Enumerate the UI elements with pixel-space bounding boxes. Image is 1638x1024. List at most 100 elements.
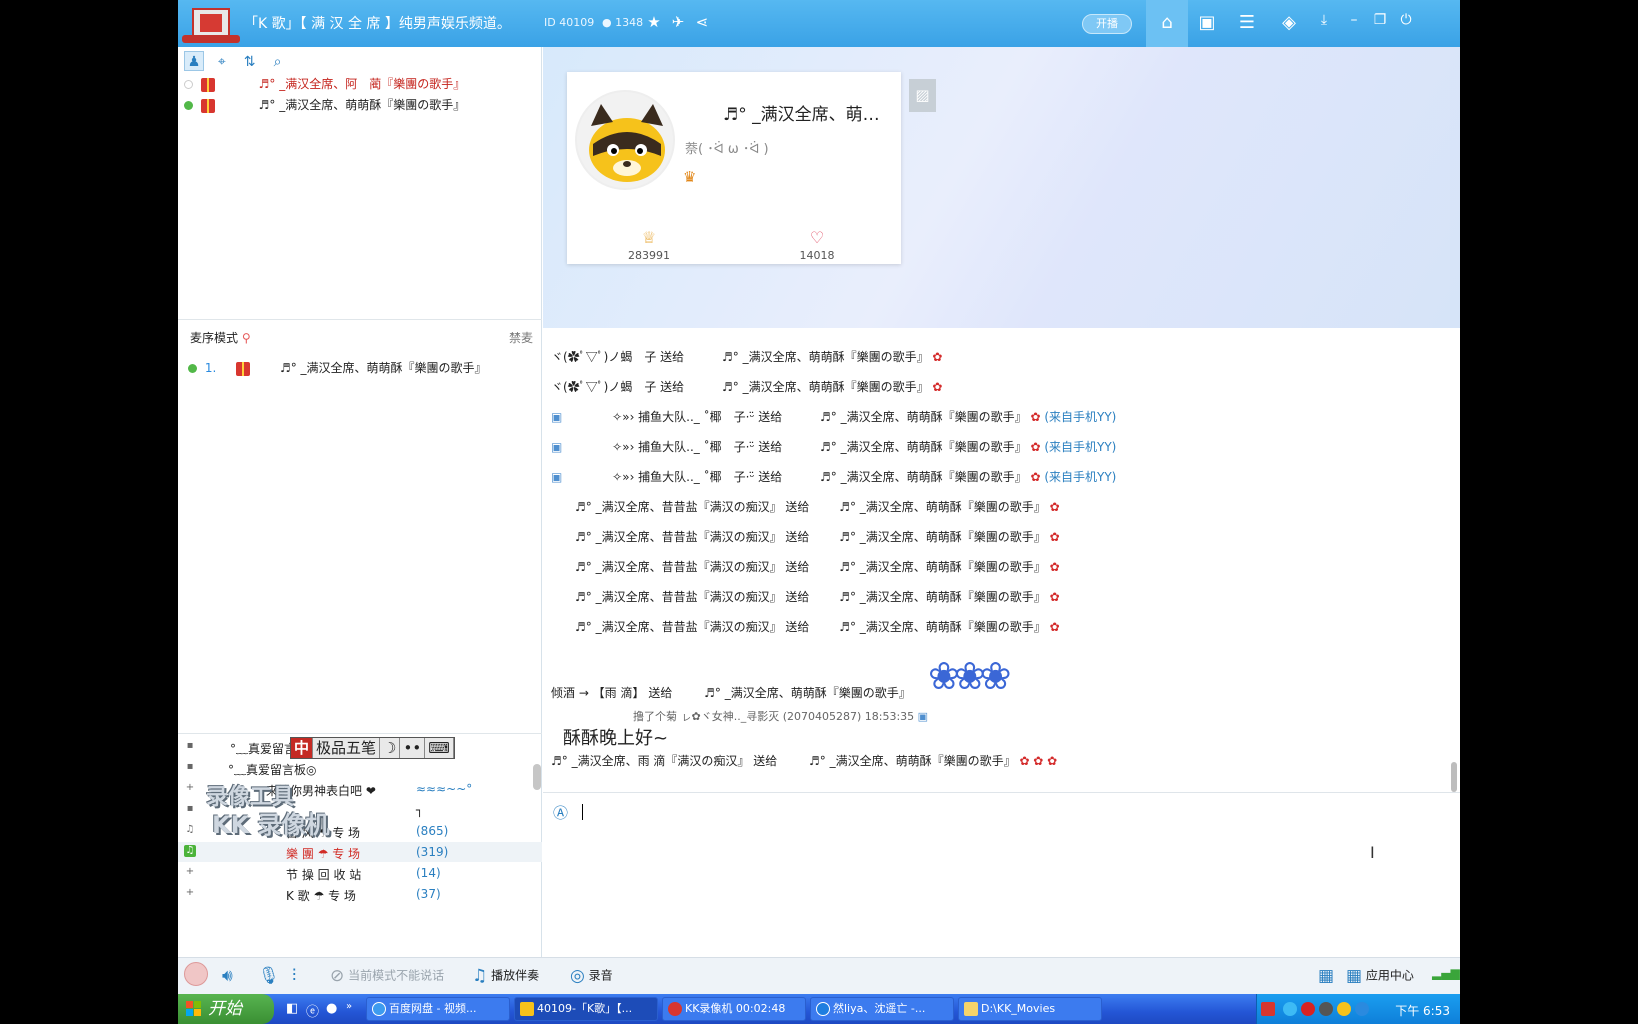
profile-card-icon[interactable]: ▣ [1194,10,1220,36]
equalizer-icon[interactable]: ⫶ [292,966,296,986]
music-note-icon: ♫ [472,966,488,986]
download-icon[interactable]: ⤓ [1314,12,1334,28]
gift-message: ♬° _满汉全席、雨 滴『满汉の痴汉』 送给 ♬° _满汉全席、萌萌酥『樂團の歌… [551,752,1057,774]
qq-icon[interactable]: ● [326,1001,337,1016]
mute-mic-button[interactable]: 禁麦 [509,329,533,346]
mic-queue-item[interactable]: 1. ♬° _满汉全席、萌萌酥『樂團の歌手』 [188,359,487,376]
user-list-icon[interactable]: ♟ [184,51,204,71]
my-avatar[interactable] [184,962,208,989]
sort-icon[interactable]: ⇅ [240,52,260,72]
speaker-icon[interactable]: 🔊︎ [222,966,233,986]
home-icon: ⌂ [1161,12,1173,33]
chat-input-area[interactable]: Ⓐ ✿ ↵ ✉ [543,794,1460,957]
expand-plus-icon[interactable]: + [184,782,196,794]
app-center-button[interactable]: ▦ 应用中心 [1346,966,1414,986]
clock: 下午 6:53 [1395,1004,1450,1018]
crown-badge-icon: ♛ [683,168,697,186]
profile-card[interactable]: ♬° _满汉全席、萌… 萘( ･ᐛ ω ･ᐛ ) ♛ ♕ 283991 ♡ 14… [567,72,901,264]
ibeam-cursor: I [1370,843,1375,862]
more-chevron-icon[interactable]: » [346,1001,352,1012]
tray-back-icon[interactable] [1283,1002,1297,1016]
subchannel-item[interactable]: + K 歌 ☂ 专 场 (37) [178,884,542,904]
taskbar-item-kugou[interactable]: 然liya、沈遥亡 -... [810,997,954,1021]
subchannel-item[interactable]: ▪ °﹏真爱留言板◎ [178,758,542,778]
expand-plus-icon[interactable]: + [184,887,196,899]
location-pin-icon[interactable]: ⌖ [212,52,232,72]
close-button[interactable]: ⏻ [1396,12,1416,28]
app-center-label: 应用中心 [1365,968,1414,983]
tray-close-icon[interactable] [1319,1002,1333,1016]
ie-icon[interactable]: ⓔ [306,1001,319,1020]
bottom-toolbar: 🔊︎ 🎙︎ ⫶ ⊘ 当前模式不能说话 ♫ 播放伴奏 ◎ 录音 ▦ ▦ 应用中心 … [178,957,1460,994]
sender-info-text: 撸了个菊 ㇾ✿ヾ女神.._寻影灭 (2070405287) 18:53:35 [633,710,915,723]
ime-language[interactable]: 中 [291,738,314,758]
divider [178,319,542,320]
gift-message: ♬° _满汉全席、昔昔盐『满汉の痴汉』 送给 ♬° _满汉全席、萌萌酥『樂團の歌… [575,558,1060,580]
lock-icon: ▪ [186,740,194,751]
online-status-dot [184,101,193,110]
tray-network-icon[interactable] [1355,1002,1369,1016]
task-label: KK录像机 00:02:48 [685,1002,786,1015]
quicklaunch-icon[interactable]: ◧ [286,1001,298,1016]
ime-toolbar[interactable]: 中极品五笔 ☽ •• ⌨ [290,737,455,759]
taskbar-item-folder[interactable]: D:\KK_Movies [958,997,1102,1021]
mobile-icon: ▣ [917,710,929,723]
user-list-item[interactable]: ♬° _满汉全席、阿 蔺『樂團の歌手』 [184,75,465,95]
windows-taskbar: 开始 ◧ ⓔ ● » 百度网盘 - 视频... 40109-「K歌」【... K… [178,994,1460,1024]
microphone-icon[interactable]: 🎙︎ [258,966,280,986]
flower-stat[interactable]: ♕ 283991 [619,228,679,262]
mic-mode-selector[interactable]: 麦序模式 ⚲ [190,329,251,346]
user-name: ♬° _满汉全席、萌萌酥『樂團の歌手』 [258,98,466,112]
subchannel-item-selected[interactable]: ♫ 樂 團 ☂ 专 场 (319) [178,842,542,862]
tray-yy-icon[interactable] [1337,1002,1351,1016]
taskbar-item-baidu[interactable]: 百度网盘 - 视频... [366,997,510,1021]
ime-punct-icon[interactable]: •• [400,738,426,758]
mic-muted-icon: ⊘ [330,966,345,986]
gift-message: ヾ(✿ﾟ▽ﾟ)ノ蝎 子 送给 ♬° _满汉全席、萌萌酥『樂團の歌手』 ✿ [551,378,942,400]
top-bar: 「K 歌」【 满 汉 全 席 】纯男声娱乐频道。 ID 40109 ● 1348… [178,0,1460,47]
taskbar-item-kk[interactable]: KK录像机 00:02:48 [662,997,806,1021]
favorite-star-icon[interactable]: ★ [644,13,664,31]
ime-moon-icon[interactable]: ☽ [380,738,401,758]
rose-icon: ✿ [1049,530,1060,544]
mic-settings-icon[interactable]: ⚲ [242,331,251,345]
tv-icon[interactable]: ▦ [1318,966,1334,986]
gift-receiver: ♬° _满汉全席、萌萌酥『樂團の歌手』 [839,530,1046,544]
airplane-icon[interactable]: ✈ [668,13,688,31]
task-label: 40109-「K歌」【... [537,1002,633,1015]
taskbar-item-yy[interactable]: 40109-「K歌」【... [514,997,658,1021]
home-tab[interactable]: ⌂ [1146,0,1188,47]
go-live-button[interactable]: 开播 [1082,14,1132,34]
tray-antivirus-icon[interactable] [1301,1002,1315,1016]
minimize-button[interactable]: – [1344,12,1364,28]
user-list-item[interactable]: ♬° _满汉全席、萌萌酥『樂團の歌手』 [184,96,465,116]
game-controller-icon[interactable]: ◈ [1276,10,1302,36]
record-button[interactable]: ◎ 录音 [570,966,613,986]
subchannel-name: ┐ [416,803,424,817]
expand-plus-icon[interactable]: + [184,866,196,878]
image-icon[interactable]: ▨ [909,79,936,112]
play-accompany-button[interactable]: ♫ 播放伴奏 [472,966,539,986]
chat-scrollbar-thumb[interactable] [1451,762,1457,792]
mobile-source-label: (来自手机YY) [1044,410,1117,424]
windows-logo-icon [186,1001,201,1016]
start-button[interactable]: 开始 [178,994,274,1024]
yy-client-window: 「K 歌」【 满 汉 全 席 】纯男声娱乐频道。 ID 40109 ● 1348… [178,0,1460,994]
search-icon[interactable]: ⌕ [267,52,287,72]
list-icon[interactable]: ☰ [1234,10,1260,36]
flower-count: 283991 [628,249,670,262]
signal-strength-icon: ▂▄▆ [1432,966,1460,980]
like-stat[interactable]: ♡ 14018 [787,228,847,262]
channel-logo[interactable] [182,5,240,43]
subchannel-item[interactable]: + 节 操 回 收 站 (14) [178,863,542,883]
tray-kk-icon[interactable] [1261,1002,1275,1016]
font-settings-icon[interactable]: Ⓐ [553,802,568,823]
avatar[interactable] [575,90,675,190]
grid-icon: ▦ [1346,966,1363,986]
kugou-icon [816,1002,830,1016]
status-dot [184,80,193,89]
maximize-button[interactable]: ❐ [1370,12,1390,28]
scrollbar-thumb[interactable] [533,764,541,790]
ime-keyboard-icon[interactable]: ⌨ [425,738,454,758]
share-icon[interactable]: ⋖ [692,13,712,31]
